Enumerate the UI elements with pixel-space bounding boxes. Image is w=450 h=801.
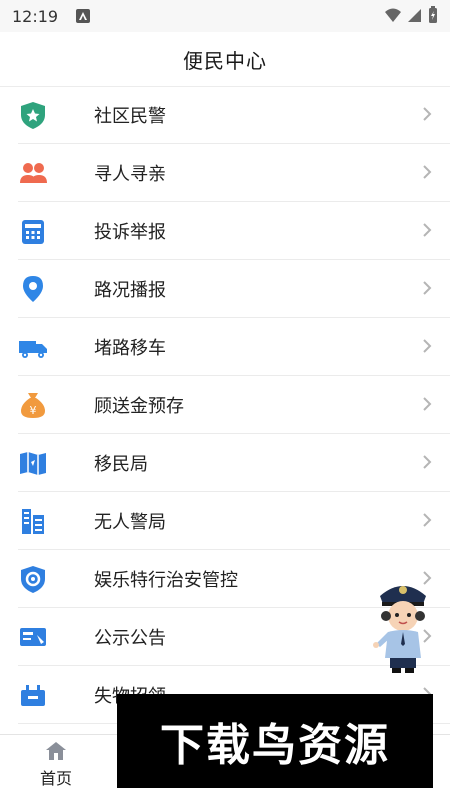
chevron-right-icon <box>423 455 432 469</box>
menu-item-move-car[interactable]: 堵路移车 <box>18 318 450 376</box>
home-icon <box>46 742 66 760</box>
chevron-right-icon <box>423 165 432 179</box>
chevron-right-icon <box>423 397 432 411</box>
money-bag-icon: ¥ <box>18 390 48 420</box>
menu-item-community-police[interactable]: 社区民警 <box>18 86 450 144</box>
tab-home[interactable]: 首页 <box>28 741 84 789</box>
menu-item-deposit[interactable]: ¥ 顾送金预存 <box>18 376 450 434</box>
lost-box-icon <box>18 680 48 710</box>
chevron-right-icon <box>423 339 432 353</box>
chevron-right-icon <box>423 223 432 237</box>
menu-item-label: 无人警局 <box>94 511 166 533</box>
map-book-icon <box>18 448 48 478</box>
menu-item-label: 娱乐特行治安管控 <box>94 569 238 591</box>
notice-card-icon <box>18 622 48 652</box>
chevron-right-icon <box>423 107 432 121</box>
menu-item-label: 公示公告 <box>94 627 166 649</box>
menu-item-label: 顾送金预存 <box>94 395 184 417</box>
app-header: 便民中心 <box>0 32 450 87</box>
menu-item-label: 堵路移车 <box>94 337 166 359</box>
wifi-icon <box>385 8 401 22</box>
chevron-right-icon <box>423 281 432 295</box>
chevron-right-icon <box>423 513 432 527</box>
truck-icon <box>18 332 48 362</box>
telephone-icon <box>18 216 48 246</box>
shield-gear-icon <box>18 564 48 594</box>
status-bar: 12:19 <box>0 0 450 32</box>
menu-item-immigration[interactable]: 移民局 <box>18 434 450 492</box>
menu-item-find-people[interactable]: 寻人寻亲 <box>18 144 450 202</box>
menu-item-label: 社区民警 <box>94 105 166 127</box>
svg-text:¥: ¥ <box>30 404 37 417</box>
watermark-text: 下载鸟资源 <box>160 720 390 771</box>
menu-item-label: 移民局 <box>94 453 148 475</box>
menu-item-unmanned-police-station[interactable]: 无人警局 <box>18 492 450 550</box>
signal-icon <box>408 9 421 22</box>
people-icon <box>18 158 48 188</box>
status-time: 12:19 <box>12 6 59 26</box>
menu-item-complaint-report[interactable]: 投诉举报 <box>18 202 450 260</box>
menu-item-traffic-report[interactable]: 路况播报 <box>18 260 450 318</box>
police-badge-icon <box>18 100 48 130</box>
page-title: 便民中心 <box>183 48 267 73</box>
building-icon <box>18 506 48 536</box>
tab-home-label: 首页 <box>39 769 72 788</box>
watermark-banner: 下载鸟资源 <box>117 694 433 788</box>
notification-icon <box>76 9 91 23</box>
menu-item-label: 路况播报 <box>94 279 166 301</box>
menu-item-label: 寻人寻亲 <box>94 163 166 185</box>
battery-icon <box>429 6 437 23</box>
police-mascot-icon[interactable] <box>368 576 438 676</box>
location-pin-icon <box>18 274 48 304</box>
menu-item-label: 投诉举报 <box>94 221 166 243</box>
